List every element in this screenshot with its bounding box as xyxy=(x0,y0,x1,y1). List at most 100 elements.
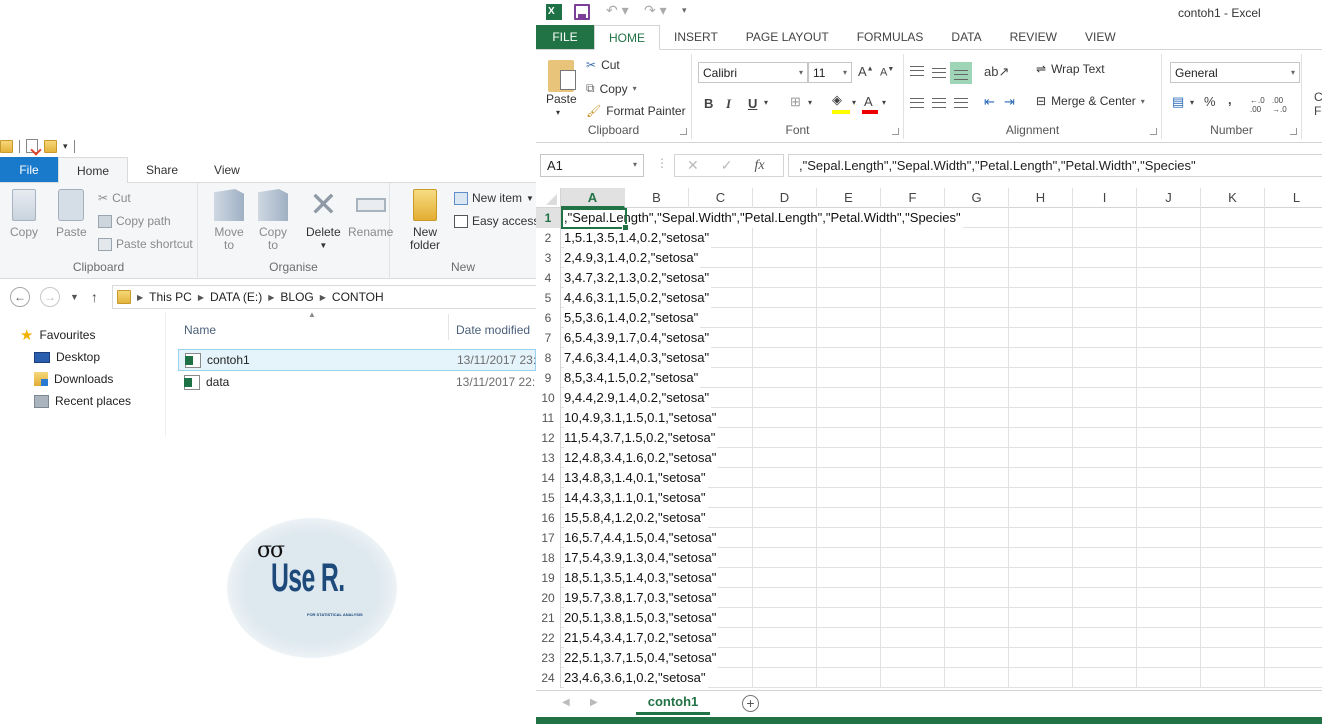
cell-a-value[interactable]: 18,5.1,3.5,1.4,0.3,"setosa" xyxy=(564,568,719,588)
file-row-data[interactable]: data 13/11/2017 22: xyxy=(178,371,536,393)
column-separator[interactable] xyxy=(448,314,449,340)
tab-view[interactable]: VIEW xyxy=(1071,25,1130,49)
insert-function-icon[interactable]: fx xyxy=(754,158,764,174)
column-header-a[interactable]: A xyxy=(561,188,625,208)
back-button[interactable]: ← xyxy=(10,287,30,307)
cell-a-value[interactable]: 13,4.8,3,1.4,0.1,"setosa" xyxy=(564,468,708,488)
cell-a-value[interactable]: 12,4.8,3.4,1.6,0.2,"setosa" xyxy=(564,448,719,468)
row-header[interactable]: 3 xyxy=(536,248,561,268)
row-header[interactable]: 10 xyxy=(536,388,561,408)
move-to-button[interactable]: Move to xyxy=(214,189,244,252)
row-header[interactable]: 13 xyxy=(536,448,561,468)
row-header[interactable]: 17 xyxy=(536,528,561,548)
accounting-dropdown-icon[interactable]: ▾ xyxy=(1190,98,1194,107)
row-header[interactable]: 18 xyxy=(536,548,561,568)
column-header-d[interactable]: D xyxy=(753,188,817,208)
delete-button[interactable]: ✕ Delete ▼ xyxy=(306,188,341,252)
row-header[interactable]: 16 xyxy=(536,508,561,528)
font-size-select[interactable]: 11 ▾ xyxy=(808,62,852,83)
font-name-select[interactable]: Calibri ▾ xyxy=(698,62,808,83)
cell-a-value[interactable]: 19,5.7,3.8,1.7,0.3,"setosa" xyxy=(564,588,719,608)
clipboard-launcher-icon[interactable] xyxy=(680,128,687,135)
formula-bar-resize-handle[interactable]: ⋮ xyxy=(656,156,668,170)
conditional-formatting-button-partial[interactable]: CFo xyxy=(1314,90,1322,118)
row-header[interactable]: 2 xyxy=(536,228,561,248)
copy-to-button[interactable]: Copy to xyxy=(258,189,288,252)
cell-a-value[interactable]: 16,5.7,4.4,1.5,0.4,"setosa" xyxy=(564,528,719,548)
align-right-button[interactable] xyxy=(954,98,968,108)
breadcrumb-data-drive[interactable]: DATA (E:) xyxy=(210,290,262,304)
comma-style-button[interactable]: , xyxy=(1228,92,1232,107)
borders-dropdown-icon[interactable]: ▾ xyxy=(808,98,812,107)
font-color-dropdown-icon[interactable]: ▾ xyxy=(882,98,886,107)
row-header[interactable]: 7 xyxy=(536,328,561,348)
column-name-header[interactable]: Name xyxy=(184,323,216,337)
file-row-contoh1[interactable]: contoh1 13/11/2017 23: xyxy=(178,349,536,371)
cell-a-value[interactable]: 20,5.1,3.8,1.5,0.3,"setosa" xyxy=(564,608,719,628)
column-header-h[interactable]: H xyxy=(1009,188,1073,208)
breadcrumb-separator-icon[interactable]: ▶ xyxy=(137,293,143,302)
cell-a-value[interactable]: ,"Sepal.Length","Sepal.Width","Petal.Len… xyxy=(564,208,963,228)
spreadsheet-grid[interactable]: ABCDEFGHIJKL 1 ,"Sepal.Length","Sepal.Wid… xyxy=(536,188,1322,690)
customize-toolbar-icon[interactable]: ▾ xyxy=(63,141,68,152)
row-header[interactable]: 5 xyxy=(536,288,561,308)
tab-file[interactable]: File xyxy=(0,157,58,182)
sheet-tab-contoh1[interactable]: contoh1 xyxy=(636,691,710,715)
underline-button[interactable]: U xyxy=(748,96,757,111)
cell-a-value[interactable]: 5,5,3.6,1.4,0.2,"setosa" xyxy=(564,308,701,328)
borders-button[interactable]: ⊞ xyxy=(790,94,801,110)
breadcrumb-separator-icon[interactable]: ▶ xyxy=(268,293,274,302)
paste-dropdown-icon[interactable]: ▾ xyxy=(556,108,560,117)
font-launcher-icon[interactable] xyxy=(892,128,899,135)
column-date-header[interactable]: Date modified xyxy=(456,323,530,337)
tab-review[interactable]: REVIEW xyxy=(996,25,1071,49)
cell-a-value[interactable]: 1,5.1,3.5,1.4,0.2,"setosa" xyxy=(564,228,712,248)
cut-button[interactable]: ✂ Cut xyxy=(586,58,620,72)
column-header-k[interactable]: K xyxy=(1201,188,1265,208)
save-icon[interactable] xyxy=(574,4,590,20)
column-header-c[interactable]: C xyxy=(689,188,753,208)
column-header-f[interactable]: F xyxy=(881,188,945,208)
tab-formulas[interactable]: FORMULAS xyxy=(843,25,938,49)
merge-center-button[interactable]: ⊟ Merge & Center ▾ xyxy=(1036,94,1145,108)
properties-icon[interactable] xyxy=(26,139,38,153)
next-sheet-icon[interactable]: ▶ xyxy=(590,697,598,708)
cell-a-value[interactable]: 15,5.8,4,1.2,0.2,"setosa" xyxy=(564,508,708,528)
cell-a-value[interactable]: 4,4.6,3.1,1.5,0.2,"setosa" xyxy=(564,288,712,308)
bold-button[interactable]: B xyxy=(704,96,713,111)
number-launcher-icon[interactable] xyxy=(1290,128,1297,135)
cell-a-value[interactable]: 8,5,3.4,1.5,0.2,"setosa" xyxy=(564,368,701,388)
copy-path-button[interactable]: Copy path xyxy=(98,214,171,228)
delete-dropdown-icon[interactable]: ▼ xyxy=(319,239,327,252)
percent-style-button[interactable]: % xyxy=(1204,94,1216,109)
cell-a-value[interactable]: 7,4.6,3.4,1.4,0.3,"setosa" xyxy=(564,348,712,368)
column-header-j[interactable]: J xyxy=(1137,188,1201,208)
tab-page-layout[interactable]: PAGE LAYOUT xyxy=(732,25,843,49)
up-button[interactable]: ↑ xyxy=(91,289,98,305)
select-all-button[interactable] xyxy=(536,188,561,208)
row-header[interactable]: 8 xyxy=(536,348,561,368)
tab-file[interactable]: FILE xyxy=(536,25,594,49)
cell-a-value[interactable]: 9,4.4,2.9,1.4,0.2,"setosa" xyxy=(564,388,712,408)
easy-access-button[interactable]: Easy access xyxy=(454,214,539,228)
paste-button[interactable]: Paste xyxy=(56,189,87,239)
copy-button[interactable]: ⧉ Copy ▾ xyxy=(586,81,637,96)
formula-input[interactable]: ,"Sepal.Length","Sepal.Width","Petal.Len… xyxy=(788,154,1322,177)
decrease-font-size-button[interactable]: A▼ xyxy=(880,66,894,79)
row-header[interactable]: 24 xyxy=(536,668,561,688)
new-sheet-icon[interactable]: + xyxy=(742,695,759,712)
paste-shortcut-button[interactable]: Paste shortcut xyxy=(98,237,193,251)
middle-align-button[interactable] xyxy=(932,68,946,78)
forward-button[interactable]: → xyxy=(40,287,60,307)
cell-a-value[interactable]: 23,4.6,3.6,1,0.2,"setosa" xyxy=(564,668,708,688)
cell-a-value[interactable]: 10,4.9,3.1,1.5,0.1,"setosa" xyxy=(564,408,719,428)
breadcrumb-contoh[interactable]: CONTOH xyxy=(332,290,384,304)
column-header-i[interactable]: I xyxy=(1073,188,1137,208)
fill-color-button[interactable]: ◈ xyxy=(832,92,842,108)
cell-a-value[interactable]: 3,4.7,3.2,1.3,0.2,"setosa" xyxy=(564,268,712,288)
new-item-button[interactable]: New item ▼ xyxy=(454,191,534,205)
column-header-e[interactable]: E xyxy=(817,188,881,208)
column-header-l[interactable]: L xyxy=(1265,188,1322,208)
row-header[interactable]: 22 xyxy=(536,628,561,648)
breadcrumb-separator-icon[interactable]: ▶ xyxy=(320,293,326,302)
